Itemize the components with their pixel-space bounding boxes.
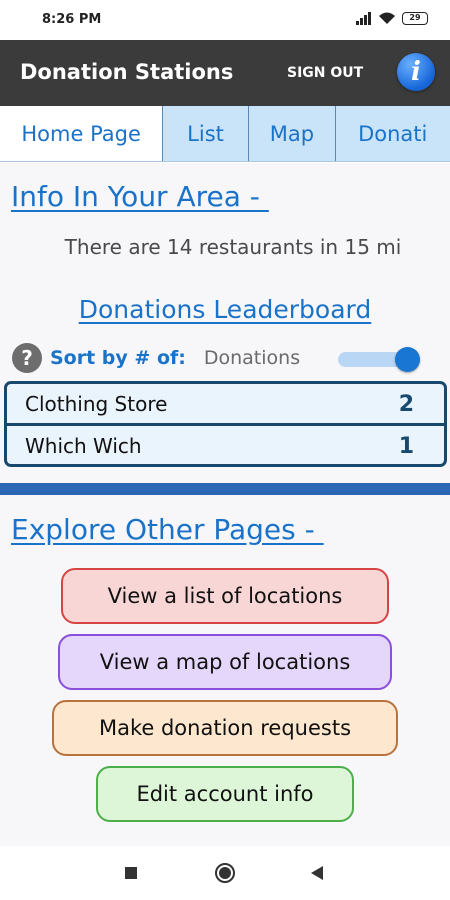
leaderboard-row-count: 2	[398, 391, 414, 417]
home-circle-icon[interactable]	[195, 846, 255, 900]
restaurant-count-text: There are 14 restaurants in 15 mi	[64, 235, 402, 259]
navigation-bar	[0, 846, 450, 900]
tab-donations[interactable]: Donati	[336, 106, 450, 161]
app-title: Donation Stations	[20, 60, 234, 84]
explore-section-title: Explore Other Pages -	[11, 513, 324, 546]
status-time: 8:26 PM	[42, 12, 102, 27]
tab-list[interactable]: List	[163, 106, 249, 161]
help-icon[interactable]: ?	[12, 343, 42, 373]
view-map-button[interactable]: View a map of locations	[58, 634, 392, 690]
view-list-button[interactable]: View a list of locations	[61, 568, 389, 624]
sign-out-button[interactable]: SIGN OUT	[287, 65, 363, 81]
status-icons: 29	[356, 12, 428, 25]
edit-account-button[interactable]: Edit account info	[96, 766, 354, 822]
section-divider	[0, 483, 450, 495]
donation-requests-button[interactable]: Make donation requests	[52, 700, 398, 756]
leaderboard-title[interactable]: Donations Leaderboard	[0, 295, 450, 324]
leaderboard-row: Which Wich 1	[7, 426, 444, 464]
leaderboard-row-count: 1	[398, 433, 414, 459]
tab-home-page[interactable]: Home Page	[0, 106, 164, 161]
signal-icon	[356, 12, 371, 25]
toggle-knob[interactable]	[395, 347, 420, 372]
info-section-title: Info In Your Area -	[11, 180, 269, 213]
sort-toggle[interactable]	[338, 346, 420, 372]
recents-square-icon[interactable]	[101, 846, 161, 900]
tab-bar: Home Page List Map Donati	[0, 106, 450, 162]
app-bar: Donation Stations SIGN OUT i	[0, 40, 450, 106]
back-triangle-icon[interactable]	[287, 846, 347, 900]
leaderboard-row-name: Which Wich	[25, 434, 142, 458]
leaderboard-row-name: Clothing Store	[25, 392, 168, 416]
wifi-icon	[379, 12, 395, 24]
tab-map[interactable]: Map	[249, 106, 337, 161]
sort-label: Sort by # of:	[50, 347, 186, 369]
battery-icon: 29	[402, 12, 428, 25]
main-content: Info In Your Area - There are 14 restaur…	[0, 163, 450, 846]
sort-row: ? Sort by # of: Donations	[12, 341, 432, 375]
status-bar: 8:26 PM 29	[0, 0, 450, 40]
leaderboard-row: Clothing Store 2	[7, 384, 444, 424]
info-icon[interactable]: i	[397, 53, 435, 91]
leaderboard-table: Clothing Store 2 Which Wich 1	[4, 381, 447, 467]
sort-value: Donations	[203, 347, 301, 369]
